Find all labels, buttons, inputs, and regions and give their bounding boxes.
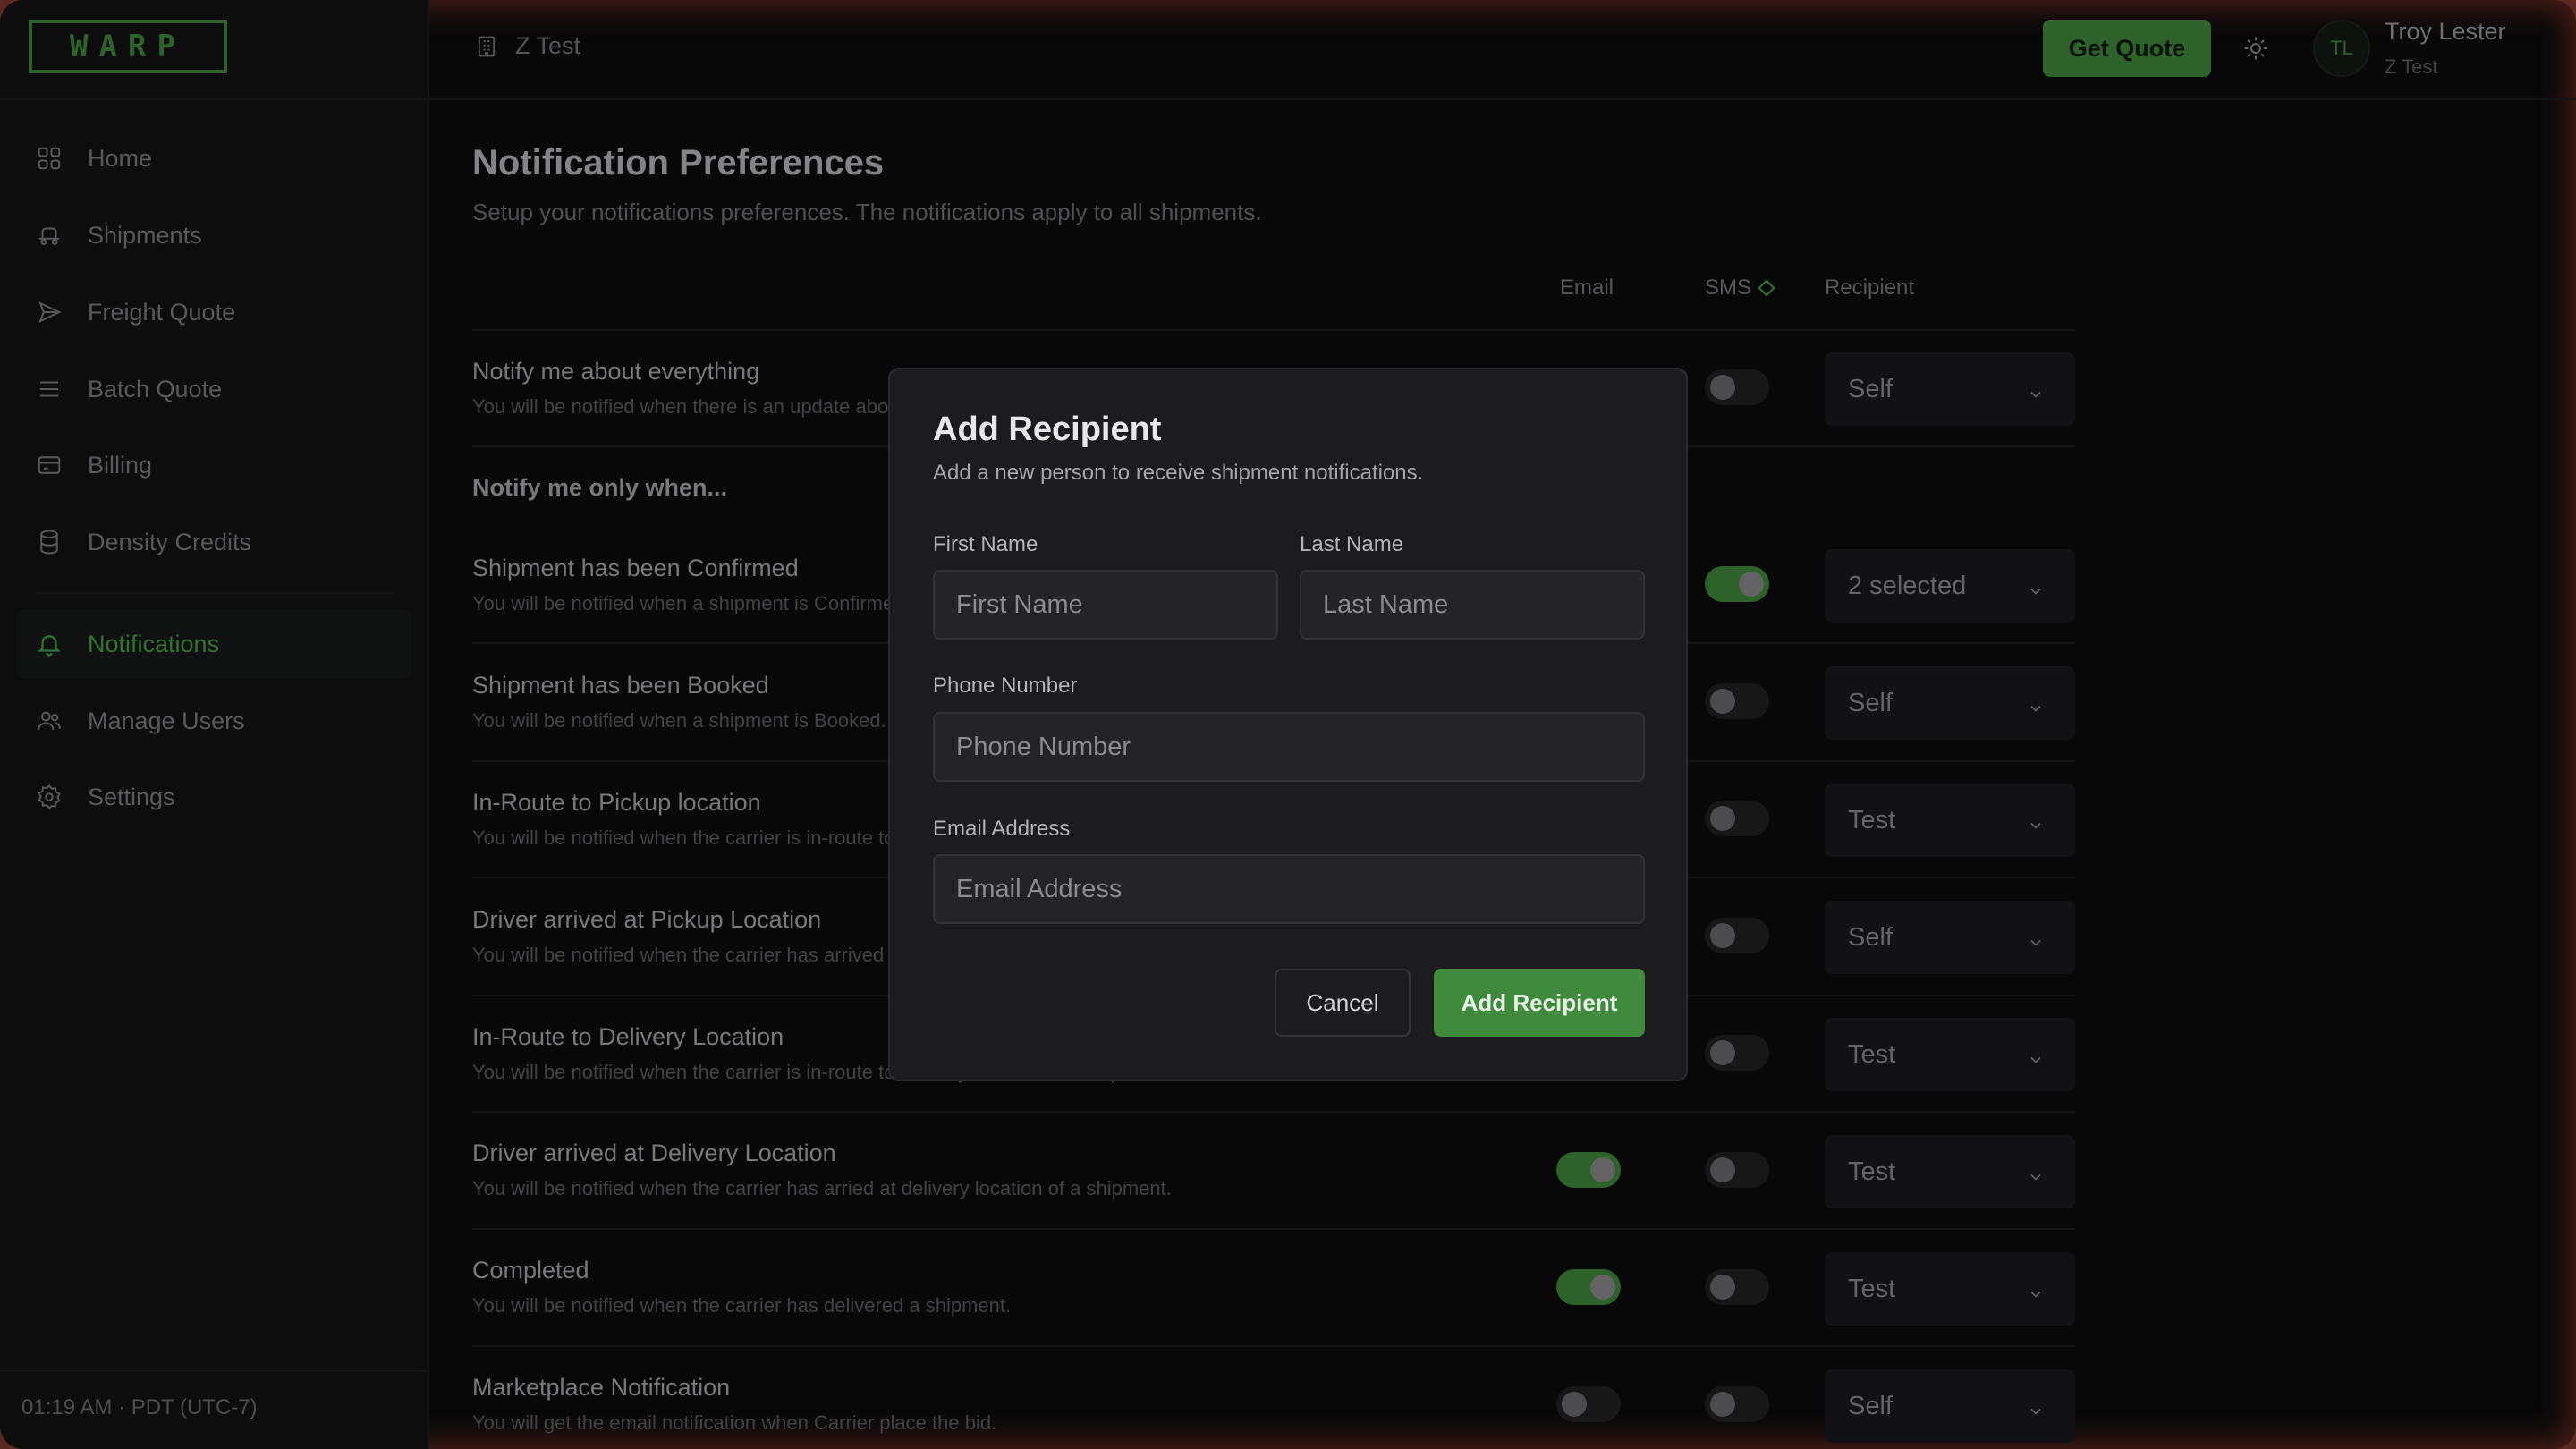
first-name-input[interactable] [933,570,1278,640]
email-address-input[interactable] [933,854,1645,924]
dialog-title: Add Recipient [933,411,1162,448]
cancel-button[interactable]: Cancel [1275,969,1411,1037]
last-name-input[interactable] [1300,570,1645,640]
email-address-label: Email Address [933,817,1071,841]
phone-number-label: Phone Number [933,674,1078,698]
phone-number-input[interactable] [933,712,1645,782]
dialog-subtitle: Add a new person to receive shipment not… [933,461,1424,485]
add-recipient-dialog: Add Recipient Add a new person to receiv… [888,368,1688,1081]
app-window: WARP Home Shipments Freight Quote Batch … [0,0,2576,1449]
last-name-label: Last Name [1300,532,1404,556]
first-name-label: First Name [933,532,1038,556]
add-recipient-button[interactable]: Add Recipient [1434,969,1645,1037]
